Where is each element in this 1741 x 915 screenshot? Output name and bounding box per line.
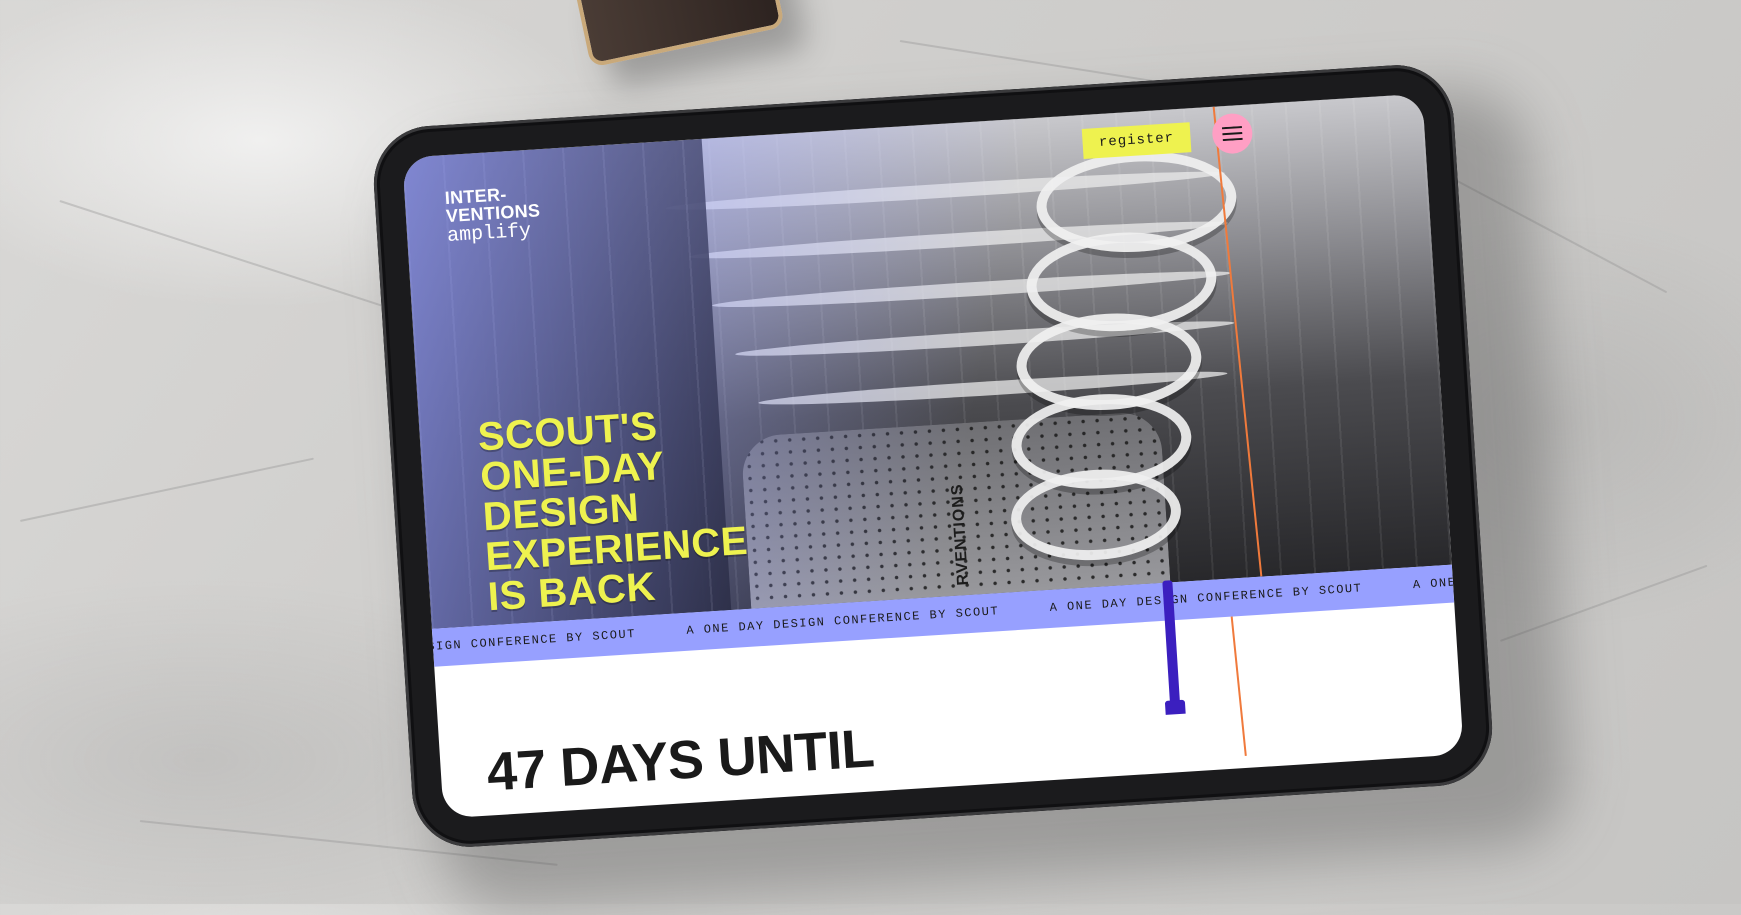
orange-guide-line-lower	[1230, 616, 1247, 756]
ticker-item: A ONE DAY DESIGN CONFERENCE BY SCOUT	[431, 627, 637, 661]
countdown-heading: 47 DAYS UNTIL	[485, 718, 876, 803]
ticker-item: A ONE DAY DESIGN CONFERENCE BY SCOUT	[686, 604, 1000, 638]
coaster	[573, 0, 785, 68]
ticker-item: A ONE DAY DESIGN	[1412, 569, 1455, 593]
site-logo[interactable]: INTER- VENTIONS amplify	[444, 183, 542, 248]
hero-section: INTER- VENTIONS amplify register SCOUT'S…	[402, 93, 1452, 629]
hero-headline: SCOUT'S ONE-DAY DESIGN EXPERIENCE IS BAC…	[477, 401, 752, 619]
hamburger-icon	[1221, 125, 1243, 142]
tablet-device: INTER- VENTIONS amplify register SCOUT'S…	[370, 61, 1496, 851]
ticker-item: A ONE DAY DESIGN CONFERENCE BY SCOUT	[1049, 581, 1363, 615]
indigo-pole-foot	[1164, 699, 1186, 715]
tablet-screen: INTER- VENTIONS amplify register SCOUT'S…	[402, 93, 1464, 819]
